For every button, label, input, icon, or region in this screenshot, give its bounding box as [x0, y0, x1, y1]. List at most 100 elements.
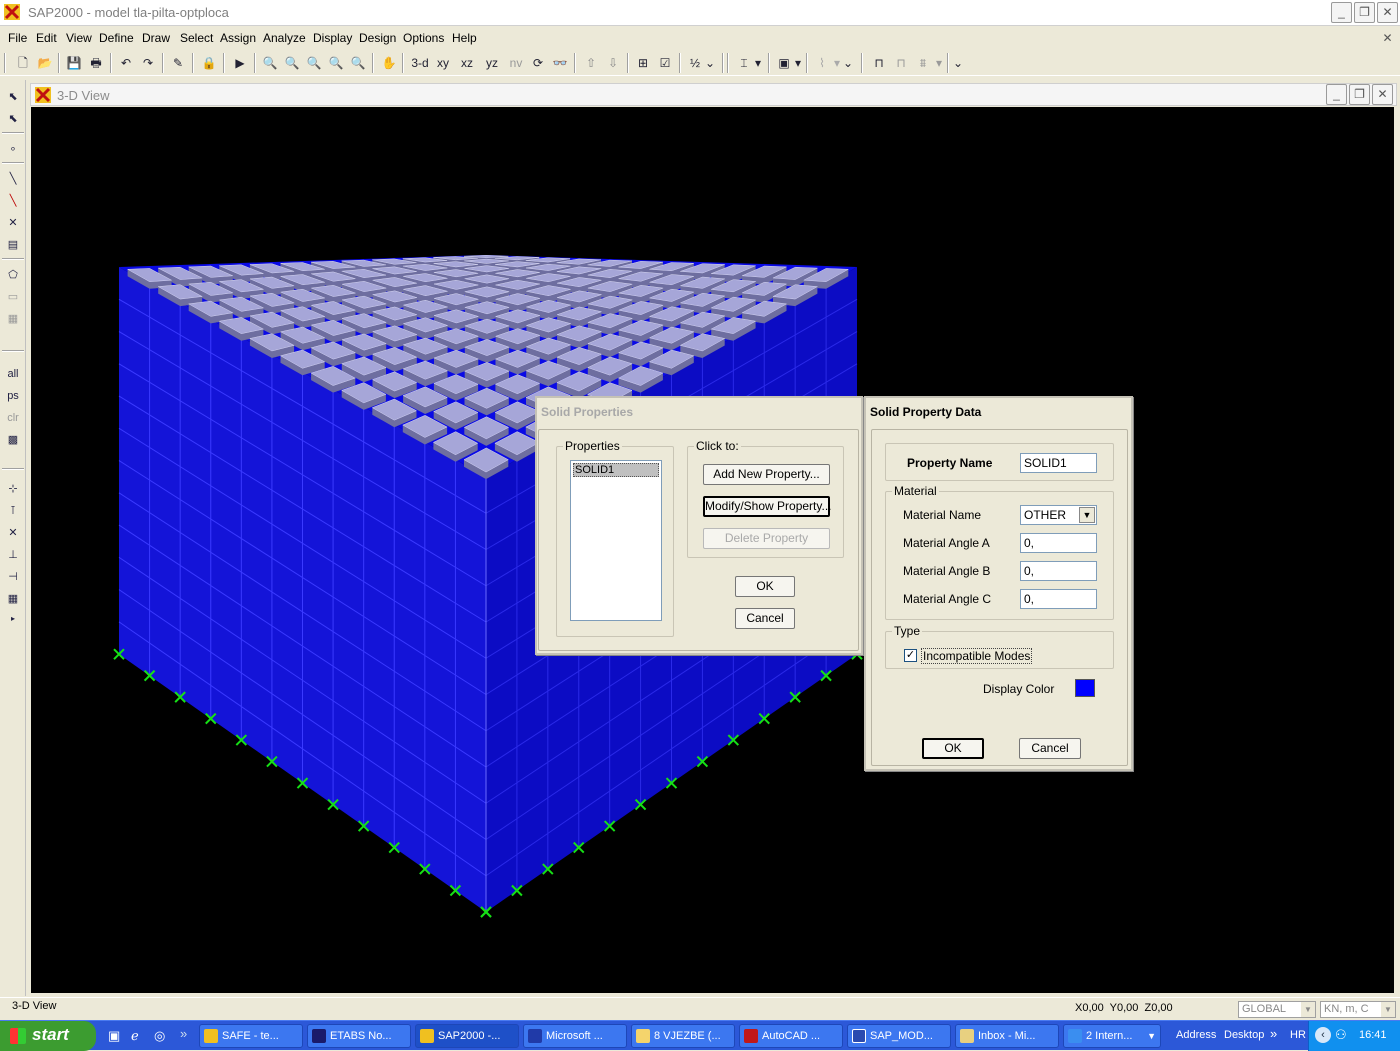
ok-button[interactable]: OK [922, 738, 984, 759]
address-toolbar-label[interactable]: Address [1176, 1029, 1216, 1041]
draw-frame-icon[interactable]: ╲ [3, 170, 23, 188]
task-inbox[interactable]: Inbox - Mi... [955, 1024, 1059, 1048]
material-name-select[interactable]: OTHER ▼ [1020, 505, 1097, 525]
view-3d-button[interactable]: 3-d [409, 53, 431, 73]
menu-draw[interactable]: Draw [142, 31, 170, 45]
quick-draw-area-icon[interactable]: ▦ [3, 310, 23, 328]
bridge-icon[interactable]: ⩩ [913, 53, 933, 73]
move-up-icon[interactable]: ⇧ [581, 53, 601, 73]
task-etabs[interactable]: ETABS No... [307, 1024, 411, 1048]
menu-edit[interactable]: Edit [36, 31, 57, 45]
new-file-icon[interactable]: 🗋 [13, 53, 33, 73]
menu-analyze[interactable]: Analyze [263, 31, 306, 45]
view-nv-button[interactable]: nv [506, 53, 526, 73]
show-forces-icon[interactable]: ▣ [774, 53, 794, 73]
task-autocad[interactable]: AutoCAD ... [739, 1024, 843, 1048]
material-angle-b-input[interactable]: 0, [1020, 561, 1097, 581]
task-word-document[interactable]: SAP_MOD... [847, 1024, 951, 1048]
show-virtual-work-icon[interactable]: ⌇ [812, 53, 832, 73]
property-name-input[interactable]: SOLID1 [1020, 453, 1097, 473]
view-minimize-button[interactable]: _ [1326, 84, 1347, 105]
modify-show-property-button[interactable]: Modify/Show Property... [703, 496, 832, 517]
move-down-icon[interactable]: ⇩ [603, 53, 623, 73]
snap-to-intersections-icon[interactable]: ✕ [3, 524, 23, 542]
menu-display[interactable]: Display [313, 31, 352, 45]
pencil-icon[interactable]: ✎ [168, 53, 188, 73]
pointer-select-icon[interactable]: ⬉ [3, 88, 23, 106]
coord-system-select[interactable]: GLOBAL ▼ [1238, 1001, 1316, 1018]
select-all-button[interactable]: all [3, 365, 23, 383]
material-angle-a-input[interactable]: 0, [1020, 533, 1097, 553]
display-color-swatch[interactable] [1075, 679, 1095, 697]
dropdown-arrow-icon[interactable]: ▾ [753, 53, 763, 73]
task-sap2000[interactable]: SAP2000 -... [415, 1024, 519, 1048]
dropdown-arrow-icon[interactable]: ▾ [793, 53, 803, 73]
properties-list[interactable]: SOLID1 [570, 460, 662, 621]
tray-expand-icon[interactable]: ‹ [1315, 1027, 1331, 1043]
minimize-button[interactable]: _ [1331, 2, 1352, 23]
dropdown-arrow-icon[interactable]: ▾ [934, 53, 944, 73]
dropdown-arrow-icon[interactable]: ▾ [832, 53, 842, 73]
snap-to-lines-icon[interactable]: ⊣ [3, 568, 23, 586]
pan-icon[interactable]: ✋ [379, 53, 399, 73]
draw-cable-icon[interactable]: ╲ [3, 192, 23, 210]
desktop-toolbar-label[interactable]: Desktop [1224, 1029, 1264, 1041]
dropdown-arrow-icon[interactable]: ⌄ [843, 53, 853, 73]
cancel-button[interactable]: Cancel [735, 608, 795, 629]
assign-to-group-icon[interactable]: ½ [685, 53, 705, 73]
toolbar-overflow-icon[interactable]: ⌄ [952, 53, 964, 73]
show-deformed-shape-icon[interactable]: ⌶ [734, 53, 754, 73]
chevron-down-icon[interactable]: ▼ [1381, 1002, 1395, 1017]
save-icon[interactable]: 💾 [64, 53, 84, 73]
draw-poly-area-icon[interactable]: ⬠ [3, 266, 23, 284]
close-button[interactable]: ✕ [1377, 2, 1398, 23]
menu-help[interactable]: Help [452, 31, 477, 45]
restore-button[interactable]: ❐ [1354, 2, 1375, 23]
language-indicator[interactable]: HR [1290, 1029, 1306, 1041]
view-yz-button[interactable]: yz [482, 53, 502, 73]
snap-to-ends-icon[interactable]: ⊺ [3, 502, 23, 520]
incompatible-modes-label[interactable]: Incompatible Modes [921, 648, 1033, 664]
select-previous-button[interactable]: ps [3, 387, 23, 405]
draw-joint-icon[interactable]: ∘ [3, 140, 23, 158]
menu-design[interactable]: Design [359, 31, 396, 45]
zoom-in-icon[interactable]: 🔍 [326, 53, 346, 73]
chevron-down-icon[interactable]: ▼ [1147, 1025, 1156, 1047]
draw-rect-area-icon[interactable]: ▭ [3, 288, 23, 306]
frame-design-icon[interactable]: ⊓ [869, 53, 889, 73]
task-microsoft[interactable]: Microsoft ... [523, 1024, 627, 1048]
internet-explorer-icon[interactable]: ℯ [131, 1028, 147, 1044]
snap-to-perpendicular-icon[interactable]: ⊥ [3, 546, 23, 564]
clock[interactable]: 16:41 [1359, 1029, 1387, 1041]
rotate-3d-icon[interactable]: ⟳ [528, 53, 548, 73]
start-button[interactable]: start [0, 1021, 96, 1051]
toolbar-expand-icon[interactable]: » [1270, 1026, 1277, 1041]
open-folder-icon[interactable]: 📂 [35, 53, 55, 73]
network-icon[interactable]: ⚇ [1335, 1027, 1347, 1043]
incompatible-modes-checkbox[interactable]: ✓ [904, 649, 917, 662]
chevron-down-icon[interactable]: ▼ [1301, 1002, 1315, 1017]
quick-launch-app-icon[interactable]: ◎ [154, 1028, 170, 1044]
set-display-options-icon[interactable]: ☑ [655, 53, 675, 73]
mdi-close-icon[interactable]: ✕ [1377, 28, 1398, 49]
units-select[interactable]: KN, m, C ▼ [1320, 1001, 1396, 1018]
zoom-out-icon[interactable]: 🔍 [348, 53, 368, 73]
clear-selection-button[interactable]: clr [3, 409, 23, 427]
toolbar-overflow-icon[interactable]: ▸ [3, 610, 23, 628]
quick-draw-brace-icon[interactable]: ✕ [3, 214, 23, 232]
task-internet-explorer[interactable]: 2 Intern... ▼ [1063, 1024, 1161, 1048]
redo-icon[interactable]: ↷ [138, 53, 158, 73]
menu-assign[interactable]: Assign [220, 31, 256, 45]
view-restore-button[interactable]: ❐ [1349, 84, 1370, 105]
task-vjezbe-folder[interactable]: 8 VJEZBE (... [631, 1024, 735, 1048]
zoom-window-icon[interactable]: 🔍 [260, 53, 280, 73]
intersecting-line-select-icon[interactable]: ▩ [3, 431, 23, 449]
menu-file[interactable]: File [8, 31, 27, 45]
menu-view[interactable]: View [66, 31, 92, 45]
view-close-button[interactable]: ✕ [1372, 84, 1393, 105]
restore-previous-zoom-icon[interactable]: 🔍 [304, 53, 324, 73]
menu-define[interactable]: Define [99, 31, 134, 45]
ok-button[interactable]: OK [735, 576, 795, 597]
view-xy-button[interactable]: xy [433, 53, 453, 73]
frame-section-icon[interactable]: ⊓ [891, 53, 911, 73]
